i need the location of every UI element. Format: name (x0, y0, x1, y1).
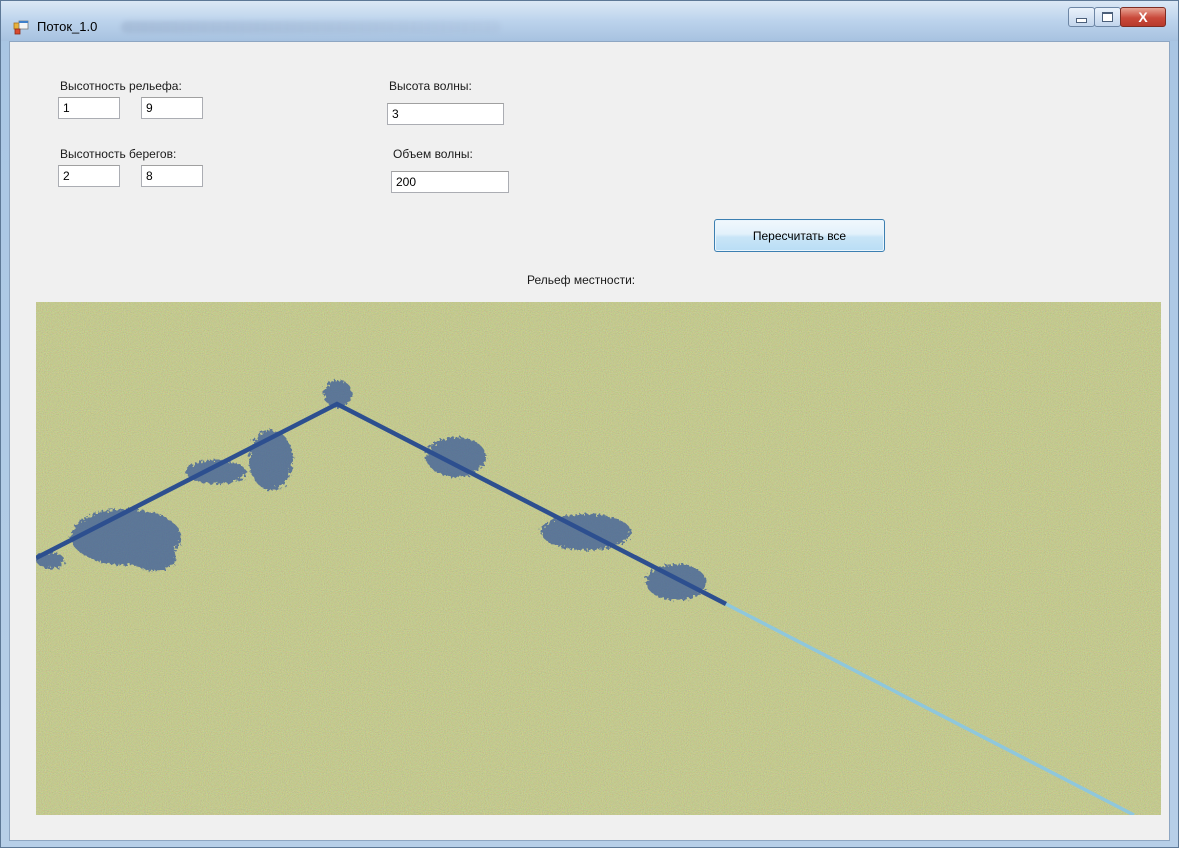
bank-height-label: Высотность берегов: (60, 147, 177, 161)
bank-height-min-input[interactable] (58, 165, 120, 187)
window-controls: X (1068, 7, 1166, 29)
window-title: Поток_1.0 (37, 19, 98, 34)
wave-height-input[interactable] (387, 103, 504, 125)
app-window-icon (13, 19, 29, 35)
maximize-button[interactable] (1094, 7, 1121, 27)
maximize-icon (1102, 12, 1113, 22)
wave-volume-input[interactable] (391, 171, 509, 193)
minimize-button[interactable] (1068, 7, 1095, 27)
close-button[interactable]: X (1120, 7, 1166, 27)
recalculate-all-button-label: Пересчитать все (752, 228, 847, 243)
wave-volume-label: Объем волны: (393, 147, 473, 161)
relief-height-max-input[interactable] (141, 97, 203, 119)
title-bar[interactable]: Поток_1.0 X (1, 1, 1178, 41)
close-icon: X (1138, 9, 1148, 25)
terrain-tint (36, 302, 1161, 815)
recalculate-all-button[interactable]: Пересчитать все (714, 219, 885, 252)
background-window-title (121, 21, 501, 33)
form-client-area: Высотность рельефа: Высотность берегов: … (9, 41, 1170, 841)
app-window: Поток_1.0 X Высотность рельефа: Высотнос… (0, 0, 1179, 848)
terrain-label: Рельеф местности: (527, 273, 636, 287)
relief-height-label: Высотность рельефа: (60, 79, 182, 93)
minimize-icon (1076, 17, 1087, 23)
wave-height-label: Высота волны: (389, 79, 472, 93)
relief-height-min-input[interactable] (58, 97, 120, 119)
terrain-map[interactable] (36, 302, 1161, 815)
bank-height-max-input[interactable] (141, 165, 203, 187)
